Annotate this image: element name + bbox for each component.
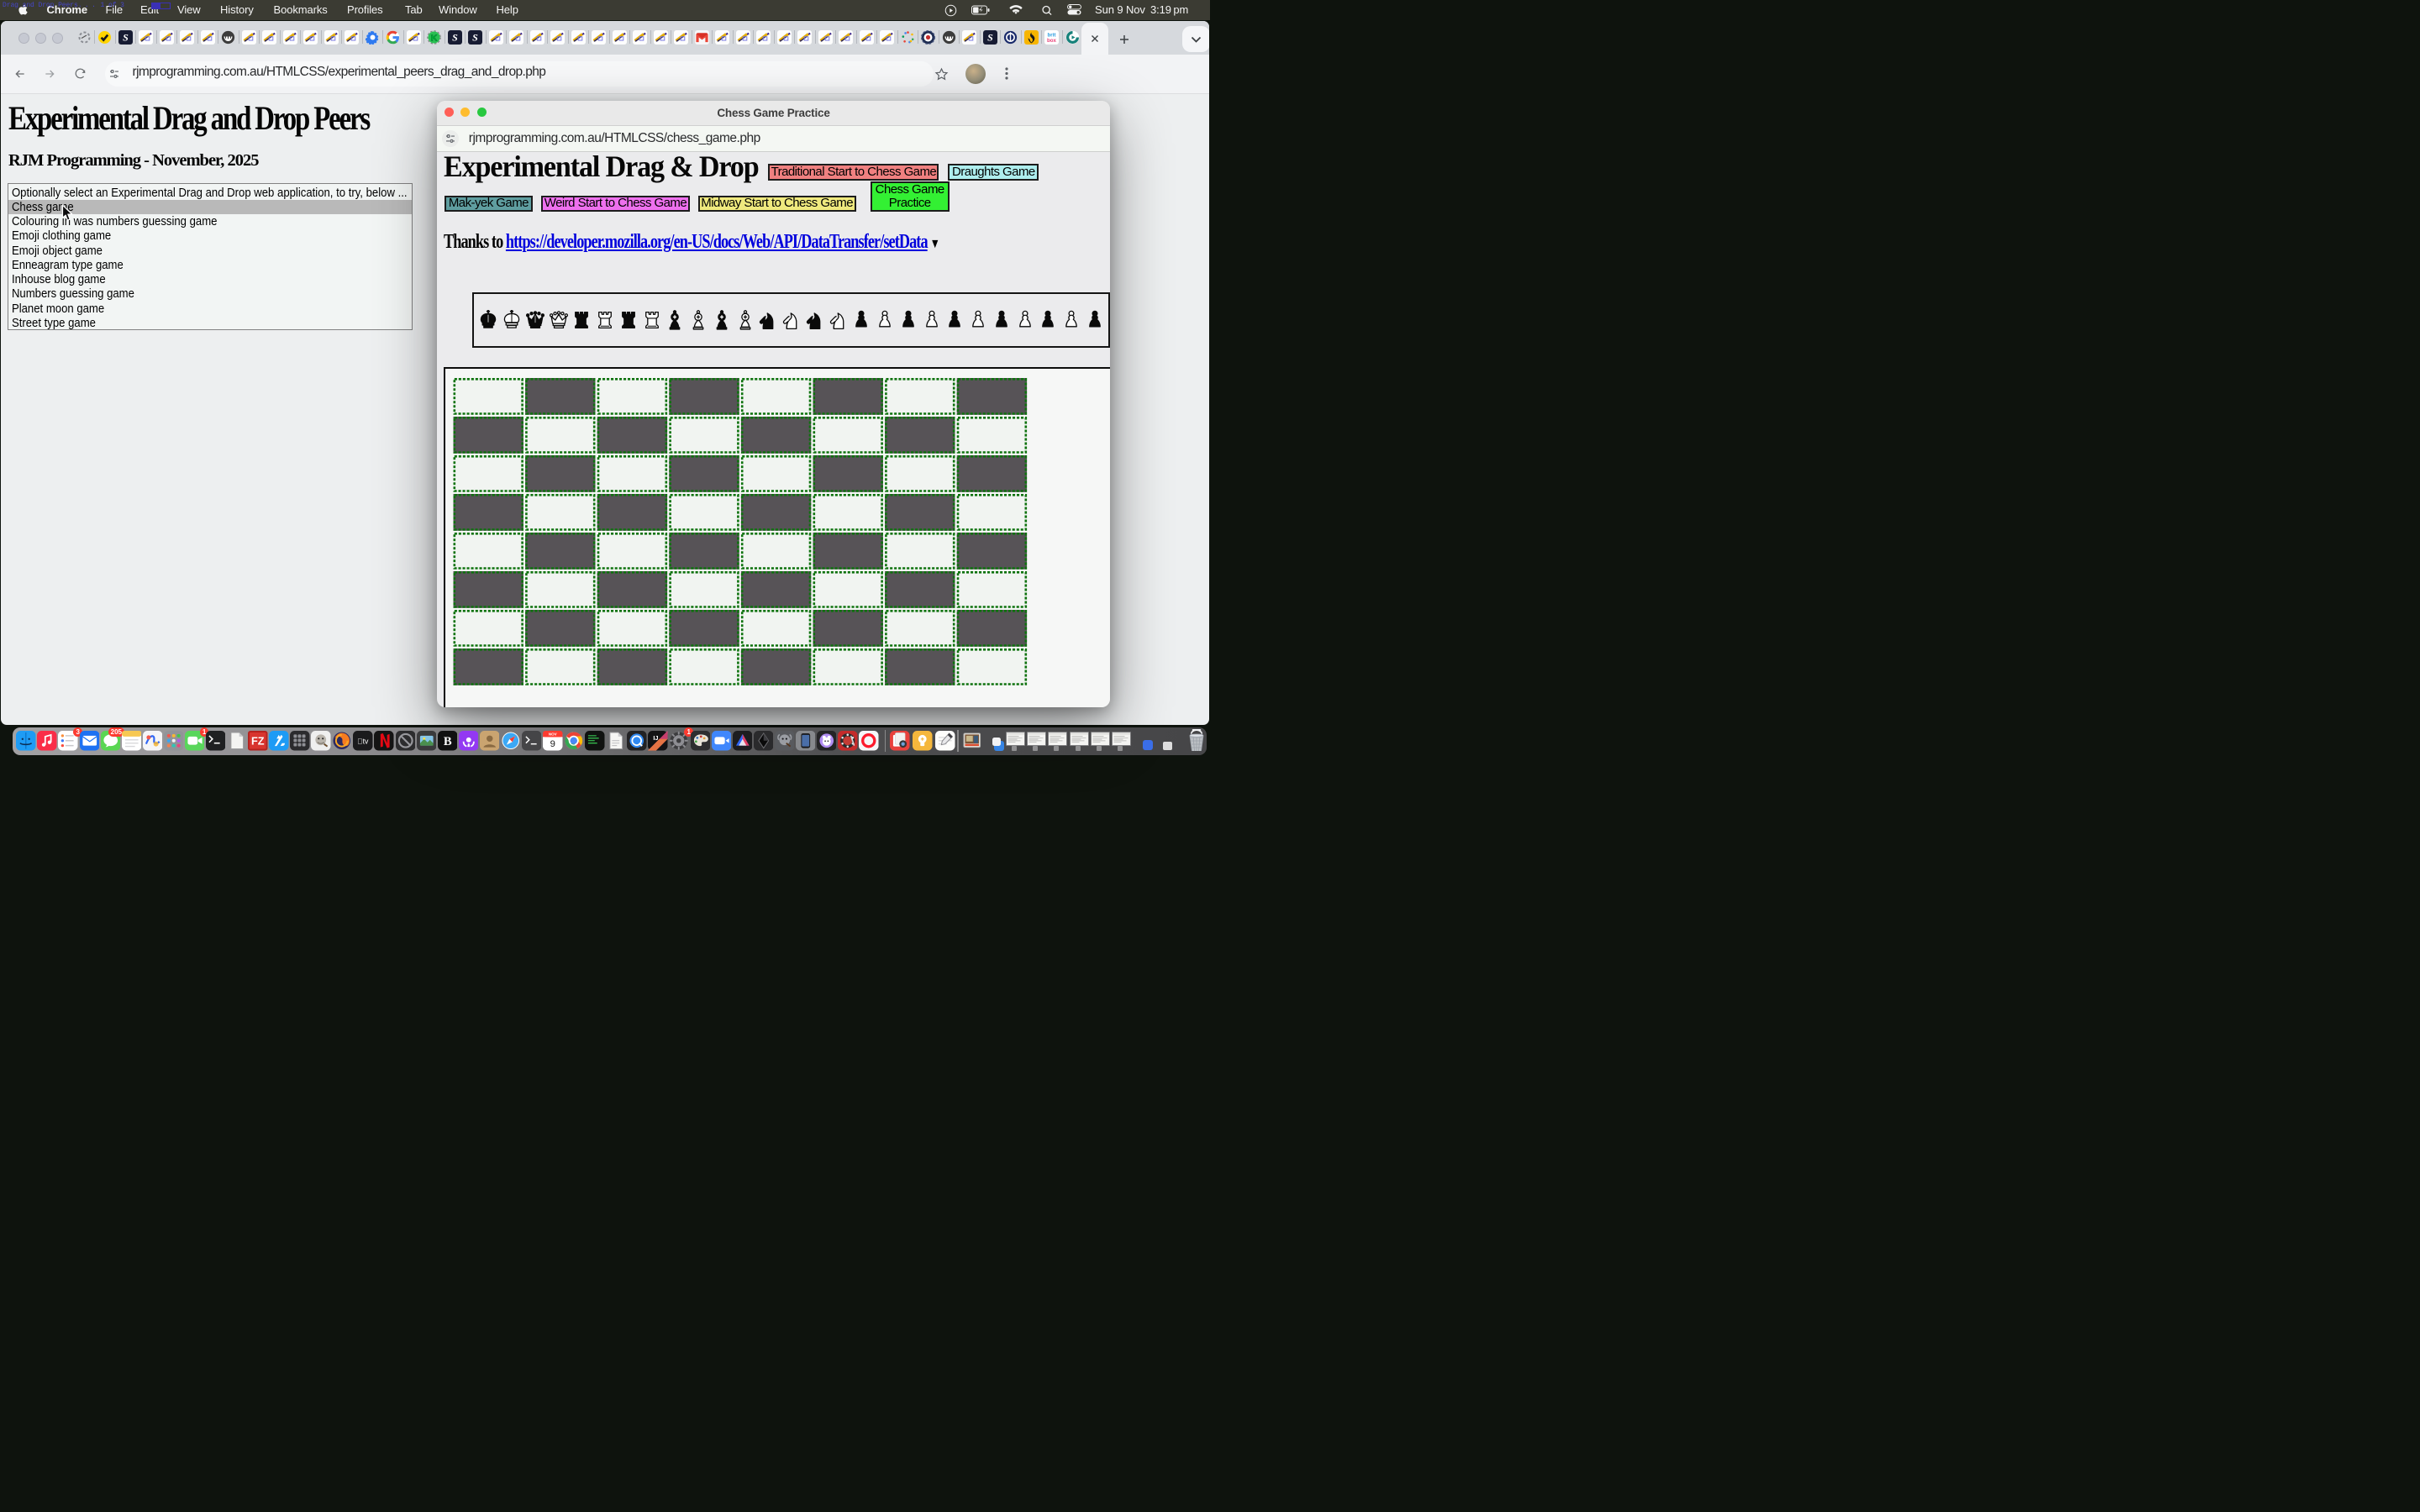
svg-text:box: box	[1047, 38, 1057, 44]
svg-text:9: 9	[550, 739, 555, 749]
svg-text:K: K	[431, 33, 438, 43]
svg-text:NOV: NOV	[549, 732, 557, 736]
svg-text:IJ: IJ	[654, 734, 659, 742]
svg-text:S: S	[987, 31, 993, 43]
svg-text:S: S	[452, 31, 458, 43]
svg-text:tv: tv	[357, 738, 369, 746]
svg-text:S: S	[472, 31, 478, 43]
svg-text:FZ: FZ	[251, 735, 265, 748]
svg-text:B: B	[443, 735, 451, 748]
svg-text:S: S	[123, 31, 129, 43]
